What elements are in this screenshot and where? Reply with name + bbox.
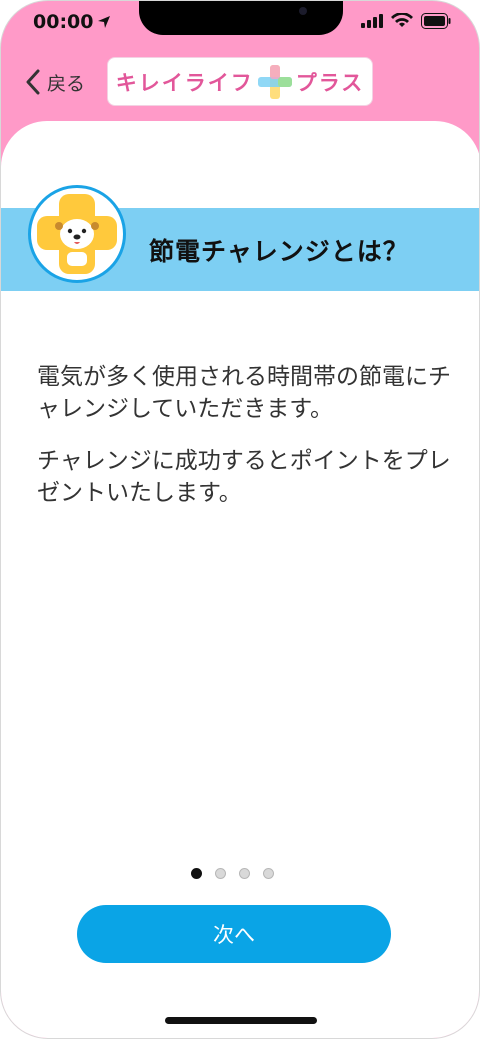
pagination-dots xyxy=(191,868,274,879)
mascot-avatar xyxy=(28,185,126,283)
status-icons xyxy=(361,13,451,29)
wifi-icon xyxy=(391,13,413,27)
pagination-dot-3[interactable] xyxy=(239,868,250,879)
phone-frame: 00:00 戻る キレイライフ プラス 節電チャレンジとは？ 電気が多く使用され… xyxy=(0,0,480,1039)
status-time: 00:00 xyxy=(33,11,111,33)
page-title: 節電チャレンジとは？ xyxy=(149,237,409,266)
location-arrow-icon xyxy=(98,16,111,28)
chevron-left-icon xyxy=(26,69,40,95)
description-paragraph-2: チャレンジに成功するとポイントをプレゼントいたします。 xyxy=(37,448,451,506)
logo-text-left: キレイライフ xyxy=(115,70,254,95)
description-paragraph-1: 電気が多く使用される時間帯の節電にチャレンジしていただきます。 xyxy=(37,364,451,422)
app-logo: キレイライフ プラス xyxy=(107,57,373,106)
next-button[interactable]: 次へ xyxy=(77,905,391,963)
pagination-dot-2[interactable] xyxy=(215,868,226,879)
signal-icon xyxy=(361,14,383,28)
camera-icon xyxy=(299,7,307,15)
mascot-dog-icon xyxy=(37,194,117,274)
battery-icon xyxy=(421,13,451,29)
description: 電気が多く使用される時間帯の節電にチャレンジしていただきます。 チャレンジに成功… xyxy=(37,361,457,529)
pagination-dot-1[interactable] xyxy=(191,868,202,879)
time-text: 00:00 xyxy=(33,11,94,33)
plus-logo-icon xyxy=(257,64,292,99)
back-label: 戻る xyxy=(47,72,86,95)
home-indicator[interactable] xyxy=(165,1017,317,1024)
pagination-dot-4[interactable] xyxy=(263,868,274,879)
notch xyxy=(139,1,343,35)
back-button[interactable]: 戻る xyxy=(25,67,85,97)
logo-text-right: プラス xyxy=(295,70,365,95)
